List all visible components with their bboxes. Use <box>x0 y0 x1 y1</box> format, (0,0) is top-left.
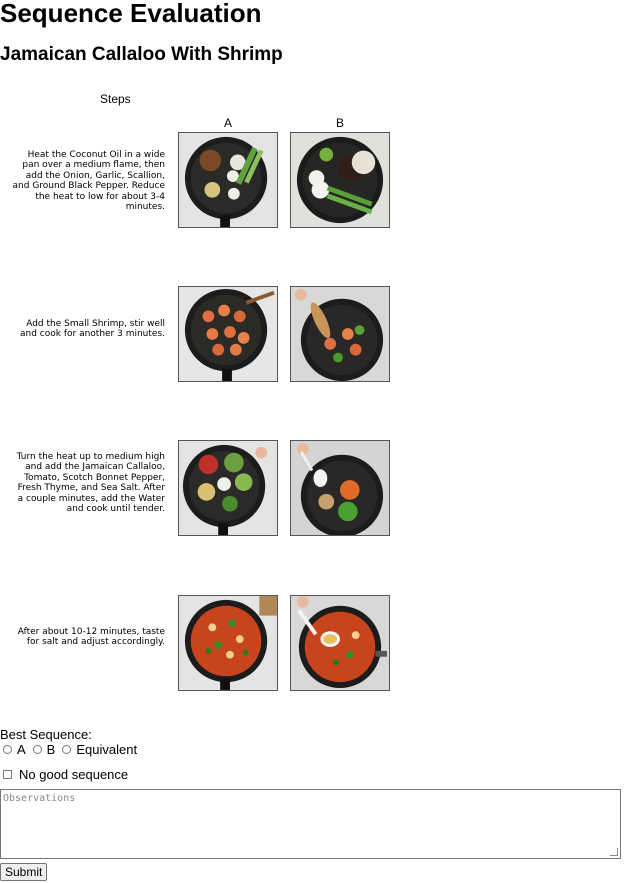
submit-button[interactable]: Submit <box>0 863 48 881</box>
column-a-header: A <box>223 116 232 130</box>
step-1-image-a <box>178 132 278 228</box>
best-sequence-options: A B Equivalent <box>3 742 140 757</box>
option-a-label: A <box>17 742 26 757</box>
step-3-image-a <box>178 440 278 536</box>
option-equivalent[interactable]: Equivalent <box>62 742 137 757</box>
resize-handle[interactable] <box>610 848 618 856</box>
best-sequence-label: Best Sequence: <box>0 727 92 742</box>
observations-textarea[interactable]: Observations <box>0 789 621 859</box>
recipe-title: Jamaican Callaloo With Shrimp <box>0 44 283 65</box>
step-4-image-b <box>290 595 390 691</box>
step-2-text: Add the Small Shrimp, stir well and cook… <box>20 319 165 340</box>
step-2-image-b <box>290 286 390 382</box>
column-b-header: B <box>335 116 344 130</box>
step-1-image-b <box>290 132 390 228</box>
step-2-image-a <box>178 286 278 382</box>
step-4-text: After about 10-12 minutes, taste for sal… <box>17 627 165 648</box>
option-b-label: B <box>46 742 56 757</box>
no-good-sequence-checkbox[interactable] <box>3 770 12 779</box>
no-good-sequence[interactable]: No good sequence <box>3 767 128 782</box>
step-1-text: Heat the Coconut Oil in a wide pan over … <box>12 150 165 213</box>
option-b-radio[interactable] <box>32 745 42 754</box>
step-4-image-a <box>178 595 278 691</box>
option-equivalent-label: Equivalent <box>76 742 138 757</box>
option-a-radio[interactable] <box>3 745 12 754</box>
step-3-image-b <box>290 440 390 536</box>
page-title: Sequence Evaluation <box>0 0 262 28</box>
option-a[interactable]: A <box>3 742 26 757</box>
steps-column-header: Steps <box>100 92 131 106</box>
step-3-text: Turn the heat up to medium high and add … <box>16 452 165 515</box>
option-equivalent-radio[interactable] <box>62 745 72 754</box>
no-good-sequence-label: No good sequence <box>19 767 129 782</box>
option-b[interactable]: B <box>32 742 56 757</box>
observations-placeholder: Observations <box>3 793 76 804</box>
